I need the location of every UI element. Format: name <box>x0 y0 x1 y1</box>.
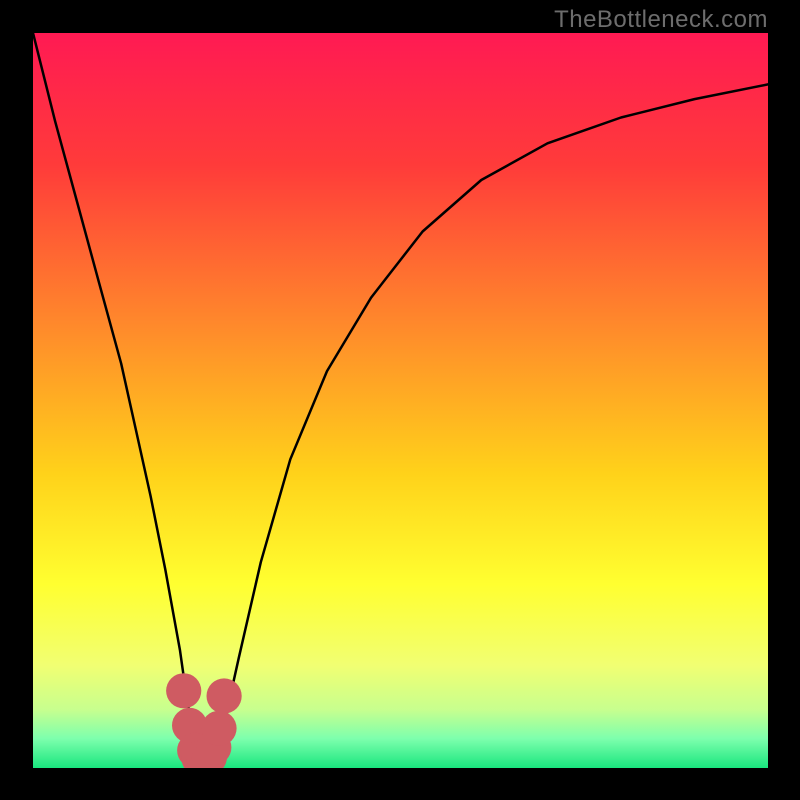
bottleneck-chart <box>33 33 768 768</box>
plot-area <box>33 33 768 768</box>
chart-frame: TheBottleneck.com <box>0 0 800 800</box>
watermark-text: TheBottleneck.com <box>554 6 768 34</box>
optimal-marker <box>207 678 242 713</box>
optimal-marker <box>166 673 201 708</box>
gradient-background <box>33 33 768 768</box>
optimal-marker <box>201 711 236 746</box>
